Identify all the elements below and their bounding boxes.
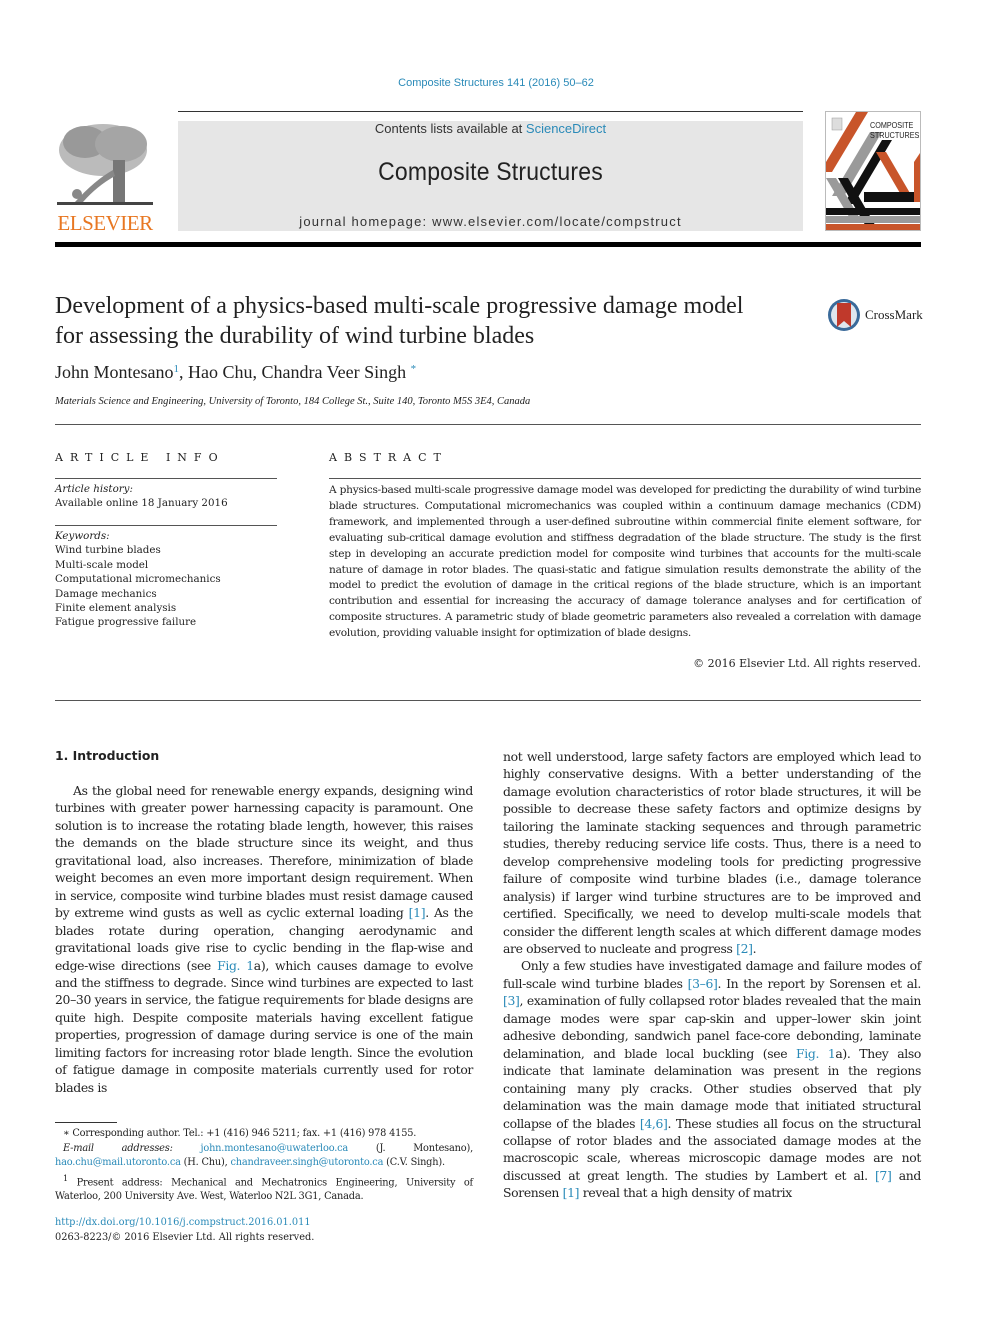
footnote-rule [55,1122,117,1123]
keyword-item: Finite element analysis [55,602,177,615]
citation-link[interactable]: [7] [875,1168,892,1183]
paragraph-text: reveal that a high density of matrix [579,1185,792,1201]
email-link[interactable]: john.montesano@uwaterloo.ca [201,1143,349,1154]
journal-reference-link[interactable]: Composite Structures 141 (2016) 50–62 [0,77,992,89]
doi-block: http://dx.doi.org/10.1016/j.compstruct.2… [55,1216,314,1245]
cover-title-line2: STRUCTURES [870,130,920,140]
article-title-line2: for assessing the durability of wind tur… [55,323,535,349]
paragraph-text: . In the report by Sorensen et al. [717,975,922,991]
email-owner: (H. Chu), [180,1157,231,1168]
abstract-bottom-rule [55,700,921,701]
paragraph-text: As the global need for renewable energy … [55,783,473,921]
homepage-prefix: journal homepage: [299,214,433,229]
present-address-footnote: 1 Present address: Mechanical and Mechat… [55,1171,473,1205]
email-link[interactable]: hao.chu@mail.utoronto.ca [55,1157,181,1168]
citation-link[interactable]: [3] [503,993,520,1008]
abstract-heading: ABSTRACT [329,451,448,464]
article-info-heading: ARTICLE INFO [55,451,225,464]
author-affiliation: Materials Science and Engineering, Unive… [55,396,531,407]
doi-link[interactable]: http://dx.doi.org/10.1016/j.compstruct.2… [55,1217,311,1228]
corresponding-author-mark[interactable]: * [411,363,417,375]
email-label: E-mail addresses: [63,1142,201,1154]
article-history-value: Available online 18 January 2016 [55,497,228,510]
masthead-thick-rule [55,242,921,247]
journal-cover-thumbnail[interactable]: COMPOSITE STRUCTURES [825,111,921,231]
paragraph-text: not well understood, large safety factor… [503,749,921,956]
email-footnote: E-mail addresses: john.montesano@uwaterl… [55,1142,473,1171]
email-owner: (J. Montesano), [348,1142,473,1154]
author-name[interactable]: Chandra Veer Singh [262,362,407,382]
abstract-text: A physics-based multi-scale progressive … [329,484,921,640]
keyword-item: Computational micromechanics [55,573,221,586]
author-separator: , [252,362,262,382]
journal-homepage: journal homepage: www.elsevier.com/locat… [178,214,803,229]
cover-title: COMPOSITE STRUCTURES [870,120,919,140]
body-column-right: not well understood, large safety factor… [503,748,921,1202]
journal-masthead: Contents lists available at ScienceDirec… [178,121,803,231]
body-column-left: As the global need for renewable energy … [55,782,473,1096]
elsevier-tree-icon [57,124,153,205]
present-address-text: Present address: Mechanical and Mechatro… [55,1176,473,1203]
keyword-item: Damage mechanics [55,587,157,600]
header-top-rule [178,111,803,112]
body-paragraph: Only a few studies have investigated dam… [503,957,921,1201]
email-link[interactable]: chandraveer.singh@utoronto.ca [230,1157,383,1168]
article-title-line1: Development of a physics-based multi-sca… [55,293,744,319]
section-heading-introduction: 1. Introduction [55,748,160,763]
author-separator: , [179,362,188,382]
keywords-rule [55,525,277,526]
citation-link[interactable]: [1] [409,905,426,920]
crossmark-icon [828,299,860,331]
keyword-item: Wind turbine blades [55,544,161,557]
keyword-item: Fatigue progressive failure [55,616,197,629]
homepage-url-link[interactable]: www.elsevier.com/locate/compstruct [432,214,682,229]
body-paragraph: As the global need for renewable energy … [55,782,473,1096]
corresponding-author-footnote: ∗ Corresponding author. Tel.: +1 (416) 9… [63,1128,417,1139]
issn-copyright: 0263-8223/© 2016 Elsevier Ltd. All right… [55,1231,315,1243]
figure-reference-link[interactable]: Fig. 1 [796,1046,836,1061]
figure-reference-link[interactable]: Fig. 1 [217,958,254,973]
keywords-list: Keywords: Wind turbine blades Multi-scal… [55,529,295,630]
citation-link[interactable]: [4,6] [640,1116,668,1131]
citation-link[interactable]: [3–6] [688,976,718,991]
sciencedirect-link[interactable]: ScienceDirect [526,121,606,136]
abstract-rule [329,478,921,479]
paragraph-text: a), which causes damage to evolve and th… [55,957,473,1095]
citation-link[interactable]: [1] [563,1185,580,1200]
article-history-label: Article history: [55,483,133,495]
body-paragraph: not well understood, large safety factor… [503,748,921,957]
keywords-label: Keywords: [55,530,110,542]
contents-line: Contents lists available at ScienceDirec… [178,121,803,136]
citation-link[interactable]: [2] [736,941,753,956]
article-history: Article history: Available online 18 Jan… [55,482,295,511]
article-title: Development of a physics-based multi-sca… [55,291,815,351]
article-info-rule [55,478,277,479]
author-name[interactable]: Hao Chu [188,362,253,382]
keyword-item: Multi-scale model [55,558,149,571]
elsevier-logo[interactable]: ELSEVIER [55,120,155,235]
crossmark-button[interactable]: CrossMark [827,297,927,333]
abstract-copyright: © 2016 Elsevier Ltd. All rights reserved… [693,657,921,670]
paragraph-text: . [752,940,757,956]
email-owner: (C.V. Singh). [383,1157,445,1168]
elsevier-wordmark: ELSEVIER [57,211,153,235]
contents-prefix: Contents lists available at [374,121,526,136]
journal-title: Composite Structures [378,158,603,186]
author-name[interactable]: John Montesano [55,362,174,382]
author-list: John Montesano1, Hao Chu, Chandra Veer S… [55,362,416,383]
cover-title-line1: COMPOSITE [870,120,914,130]
footnotes: ∗ Corresponding author. Tel.: +1 (416) 9… [55,1127,473,1205]
header-divider [55,424,921,425]
crossmark-label: CrossMark [865,307,923,322]
